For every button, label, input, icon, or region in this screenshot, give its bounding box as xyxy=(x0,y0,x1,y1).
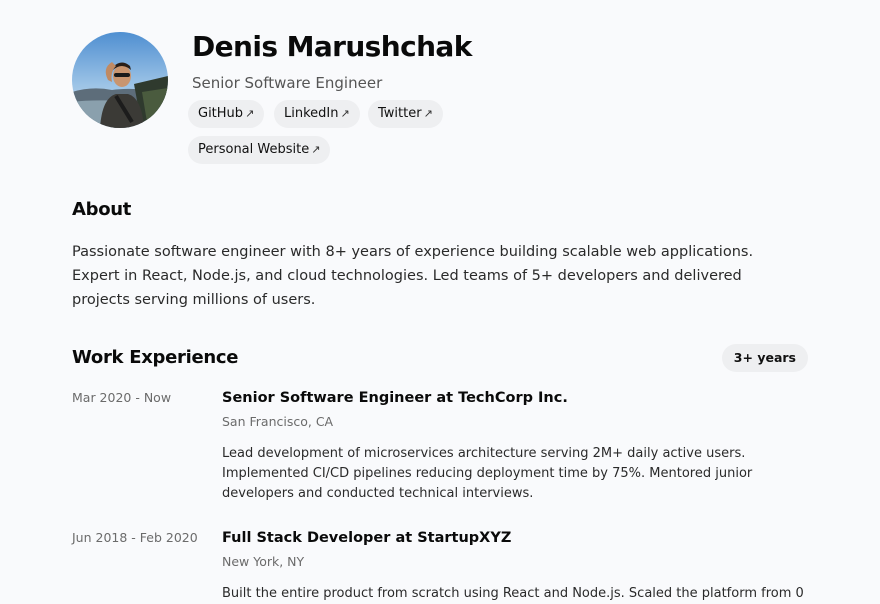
about-heading: About xyxy=(72,199,132,220)
external-link-arrow-icon: ↗ xyxy=(340,107,350,120)
job-location: San Francisco, CA xyxy=(222,414,334,429)
resume-page: Denis Marushchak Senior Software Enginee… xyxy=(0,0,880,601)
github-link[interactable]: GitHub ↗ xyxy=(188,100,265,128)
job-role: Senior Software Engineer at TechCorp Inc… xyxy=(222,390,568,406)
job-dates: Jun 2018 - Feb 2020 xyxy=(72,530,198,545)
linkedin-link-label: LinkedIn xyxy=(284,106,339,121)
avatar xyxy=(72,32,168,128)
linkedin-link[interactable]: LinkedIn ↗ xyxy=(274,100,360,128)
external-link-arrow-icon: ↗ xyxy=(423,107,433,120)
personal-website-link[interactable]: Personal Website ↗ xyxy=(188,136,331,164)
external-link-arrow-icon: ↗ xyxy=(311,143,321,156)
job-location: New York, NY xyxy=(222,554,305,569)
job-description: Lead development of microservices archit… xyxy=(222,446,753,501)
external-link-arrow-icon: ↗ xyxy=(245,107,255,120)
github-link-label: GitHub xyxy=(198,106,244,121)
profile-title: Senior Software Engineer xyxy=(192,74,383,92)
work-experience-heading: Work Experience xyxy=(72,347,239,368)
personal-website-link-label: Personal Website xyxy=(198,142,310,157)
about-text: Passionate software engineer with 8+ yea… xyxy=(72,244,754,308)
experience-duration-badge: 3+ years xyxy=(721,344,808,372)
profile-name: Denis Marushchak xyxy=(192,30,472,63)
twitter-link[interactable]: Twitter ↗ xyxy=(368,100,443,128)
twitter-link-label: Twitter xyxy=(378,106,422,121)
avatar-photo xyxy=(72,32,168,128)
job-description: Built the entire product from scratch us… xyxy=(222,586,804,601)
job-role: Full Stack Developer at StartupXYZ xyxy=(222,530,512,546)
job-dates: Mar 2020 - Now xyxy=(72,390,172,405)
